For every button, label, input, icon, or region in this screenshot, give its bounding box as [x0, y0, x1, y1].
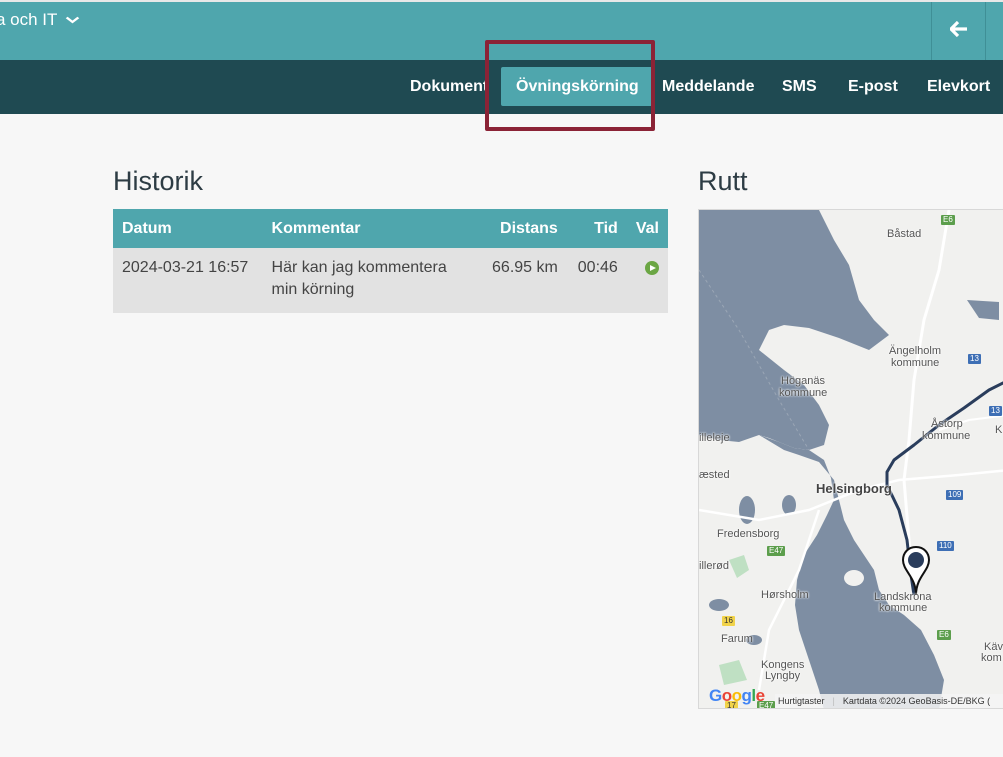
- map-label-farum: Farum: [721, 633, 753, 645]
- map-label-horsholm: Hørsholm: [761, 589, 809, 601]
- history-table: Datum Kommentar Distans Tid Val 2024-03-…: [113, 209, 668, 313]
- nav-item-meddelande[interactable]: Meddelande: [662, 60, 754, 114]
- table-row[interactable]: 2024-03-21 16:57 Här kan jag kommentera …: [113, 248, 668, 313]
- highlight-annotation: [485, 40, 655, 131]
- cell-val: [626, 248, 668, 313]
- play-icon[interactable]: [645, 261, 659, 275]
- map-label-hoganas: Höganäs: [781, 375, 826, 387]
- map-label-illerod: illerød: [699, 560, 729, 572]
- topbar-button-clipped[interactable]: [985, 2, 1003, 60]
- org-label: a och IT: [0, 10, 58, 29]
- col-datum[interactable]: Datum: [113, 209, 263, 248]
- col-tid[interactable]: Tid: [566, 209, 627, 248]
- map-label-hoganas-kommune: kommune: [779, 387, 828, 399]
- road-shield-110: 110: [937, 541, 954, 551]
- nav-item-dokument[interactable]: Dokument: [410, 60, 488, 114]
- road-shield-e6: E6: [941, 215, 955, 225]
- route-map[interactable]: Båstad Ängelholm kommune Höganäs kommune…: [698, 209, 1003, 709]
- chevron-down-icon: [66, 13, 80, 27]
- map-label-bastad: Båstad: [887, 228, 922, 240]
- map-shortcuts-link[interactable]: Hurtigtaster: [778, 696, 825, 706]
- map-label-kl: Kl: [995, 424, 1003, 436]
- road-shield-e47: E47: [767, 546, 786, 556]
- map-label-angelholm: Ängelholm: [889, 345, 941, 357]
- map-label-fredensborg: Fredensborg: [717, 528, 780, 540]
- col-val: Val: [626, 209, 668, 248]
- nav-item-sms[interactable]: SMS: [782, 60, 817, 114]
- road-shield-13b: 13: [989, 406, 1002, 416]
- road-shield-16: 16: [722, 616, 735, 626]
- map-label-helsingborg: Helsingborg: [816, 481, 892, 496]
- map-label-kav-kommune: kom: [981, 652, 1002, 664]
- map-footer: Hurtigtaster | Kartdata ©2024 GeoBasis-D…: [775, 694, 1003, 708]
- table-header-row: Datum Kommentar Distans Tid Val: [113, 209, 668, 248]
- map-label-lyngby: Lyngby: [765, 670, 801, 682]
- map-label-landskrona-kommune: kommune: [879, 602, 928, 614]
- cell-tid: 00:46: [566, 248, 627, 313]
- cell-kommentar: Här kan jag kommentera min körning: [262, 248, 477, 313]
- google-logo[interactable]: Google: [709, 686, 765, 706]
- route-title: Rutt: [698, 166, 748, 196]
- road-shield-e6-south: E6: [937, 630, 951, 640]
- org-selector[interactable]: a och IT: [0, 10, 80, 30]
- col-distans[interactable]: Distans: [476, 209, 567, 248]
- nav-item-epost[interactable]: E-post: [848, 60, 898, 114]
- map-label-aested: æsted: [699, 469, 730, 481]
- map-label-lleleje: illeleje: [699, 432, 730, 444]
- cell-datum: 2024-03-21 16:57: [113, 248, 263, 313]
- map-label-astorp: Åstorp: [931, 418, 963, 430]
- map-attribution[interactable]: Kartdata ©2024 GeoBasis-DE/BKG (: [843, 696, 990, 706]
- col-kommentar[interactable]: Kommentar: [262, 209, 477, 248]
- road-shield-109: 109: [946, 490, 964, 500]
- map-label-astorp-kommune: kommune: [922, 430, 971, 442]
- road-shield-13: 13: [968, 354, 981, 364]
- map-label-angelholm-kommune: kommune: [891, 357, 940, 369]
- history-title: Historik: [113, 166, 204, 196]
- arrow-left-icon: [948, 20, 968, 42]
- nav-item-elevkort[interactable]: Elevkort: [927, 60, 990, 114]
- back-button[interactable]: [931, 2, 985, 60]
- cell-distans: 66.95 km: [476, 248, 567, 313]
